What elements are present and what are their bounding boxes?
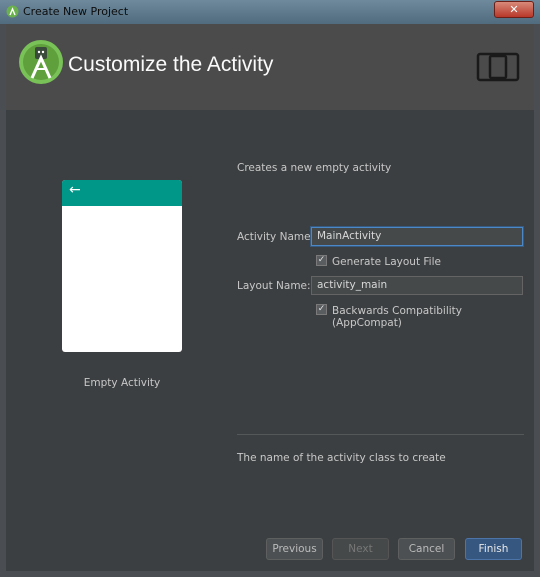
layout-name-input[interactable]: activity_main — [311, 276, 523, 295]
activity-name-label: Activity Name: — [237, 231, 315, 243]
dialog-window: Create New Project ✕ Customize the Activ… — [0, 0, 540, 577]
backwards-compat-checkbox[interactable]: ✓ — [316, 304, 327, 315]
android-studio-logo-icon — [19, 40, 63, 84]
previous-button[interactable]: Previous — [266, 538, 323, 560]
page-title: Customize the Activity — [68, 53, 274, 76]
back-arrow-icon: ← — [69, 182, 81, 198]
dialog-content: Customize the Activity ← Empty Activity … — [6, 24, 534, 571]
header: Customize the Activity — [6, 24, 534, 110]
generate-layout-label: Generate Layout File — [332, 256, 441, 268]
help-text: The name of the activity class to create — [237, 452, 446, 464]
generate-layout-checkbox[interactable]: ✓ — [316, 255, 327, 266]
close-button[interactable]: ✕ — [494, 1, 534, 18]
android-studio-icon — [6, 5, 19, 18]
preview-label: Empty Activity — [83, 377, 161, 389]
next-button[interactable]: Next — [332, 538, 389, 560]
divider — [237, 434, 524, 435]
cancel-button[interactable]: Cancel — [398, 538, 455, 560]
device-form-factor-icon — [476, 52, 520, 82]
finish-button[interactable]: Finish — [465, 538, 522, 560]
activity-name-input[interactable]: MainActivity — [311, 227, 523, 246]
activity-preview: ← — [62, 180, 182, 352]
title-bar[interactable]: Create New Project ✕ — [0, 0, 540, 24]
preview-app-bar: ← — [62, 180, 182, 206]
activity-description: Creates a new empty activity — [237, 162, 392, 174]
window-title: Create New Project — [23, 5, 129, 18]
backwards-compat-label: Backwards Compatibility (AppCompat) — [332, 305, 462, 329]
layout-name-label: Layout Name: — [237, 280, 311, 292]
